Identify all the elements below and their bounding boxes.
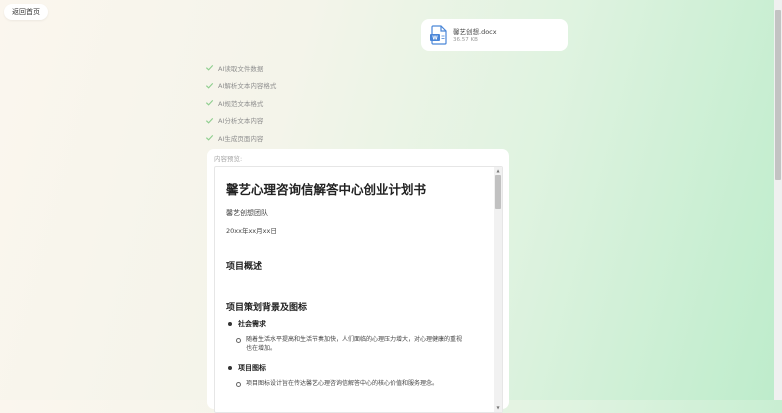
- document-date: 20xx年xx月xx日: [226, 227, 277, 235]
- back-home-button[interactable]: 返回首页: [4, 4, 48, 20]
- processing-steps: AI读取文件数据 AI解析文本内容格式 AI规范文本格式 AI分析文本内容 AI…: [205, 59, 276, 147]
- content-preview-card: 内容预览: 馨艺心理咨询信解答中心创业计划书 馨艺创想团队 20xx年xx月xx…: [207, 149, 509, 413]
- sub-bullet-text: 项目图标设计旨在传达馨艺心理咨询信解答中心的核心价值和服务理念。: [246, 380, 439, 387]
- section-heading: 项目概述: [226, 262, 263, 272]
- circle-bullet-icon: [236, 382, 241, 387]
- document-preview-frame[interactable]: 馨艺心理咨询信解答中心创业计划书 馨艺创想团队 20xx年xx月xx日 项目概述…: [214, 166, 503, 413]
- preview-label: 内容预览:: [214, 155, 243, 163]
- step-label: AI读取文件数据: [218, 64, 264, 73]
- step-item: AI解析文本内容格式: [205, 77, 276, 95]
- uploaded-file-card[interactable]: W 馨艺创想.docx 36.57 KB: [421, 19, 568, 51]
- check-icon: [205, 100, 214, 106]
- step-item: AI分析文本内容: [205, 112, 276, 130]
- bullet-dot: [228, 321, 232, 326]
- sub-bullet-item: 随着生活水平提高和生活节奏加快，人们面临的心理压力增大，对心理健康的重视也在增加…: [236, 335, 466, 353]
- scroll-up-arrow-icon[interactable]: ▲: [495, 168, 501, 174]
- check-icon: [205, 117, 214, 124]
- step-item: AI读取文件数据: [205, 59, 276, 77]
- page-scrollbar[interactable]: [774, 0, 782, 400]
- scroll-down-arrow-icon[interactable]: ▼: [495, 405, 501, 411]
- check-icon: [205, 135, 214, 141]
- preview-scrollbar-thumb[interactable]: [495, 175, 501, 209]
- sub-bullet-text: 随着生活水平提高和生活节奏加快，人们面临的心理压力增大，对心理健康的重视也在增加…: [246, 336, 463, 352]
- bullet-item: 社会需求: [226, 319, 486, 329]
- word-document-icon: W: [430, 25, 447, 45]
- step-item: AI规范文本格式: [205, 94, 276, 112]
- section-heading: 项目策划背景及图标: [226, 303, 308, 313]
- circle-bullet-icon: [236, 338, 241, 343]
- page-scrollbar-thumb[interactable]: [775, 10, 781, 180]
- document-title: 馨艺心理咨询信解答中心创业计划书: [226, 182, 427, 197]
- step-label: AI生成页面内容: [218, 134, 264, 143]
- step-label: AI分析文本内容: [218, 117, 264, 126]
- preview-scrollbar[interactable]: ▲ ▼: [494, 167, 502, 412]
- bullet-label: 项目图标: [238, 364, 266, 372]
- bullet-dot: [228, 365, 232, 370]
- document-team: 馨艺创想团队: [226, 209, 268, 217]
- step-label: AI解析文本内容格式: [218, 82, 277, 91]
- file-size: 36.57 KB: [453, 37, 478, 43]
- file-name: 馨艺创想.docx: [453, 28, 497, 36]
- step-label: AI规范文本格式: [218, 99, 264, 108]
- bullet-label: 社会需求: [238, 320, 266, 328]
- check-icon: [205, 65, 214, 71]
- step-item: AI生成页面内容: [205, 129, 276, 147]
- bullet-item: 项目图标: [226, 363, 486, 373]
- check-icon: [205, 82, 214, 89]
- svg-text:W: W: [432, 36, 438, 42]
- document-body: 馨艺心理咨询信解答中心创业计划书 馨艺创想团队 20xx年xx月xx日 项目概述…: [226, 179, 486, 398]
- sub-bullet-item: 项目图标设计旨在传达馨艺心理咨询信解答中心的核心价值和服务理念。: [236, 379, 466, 388]
